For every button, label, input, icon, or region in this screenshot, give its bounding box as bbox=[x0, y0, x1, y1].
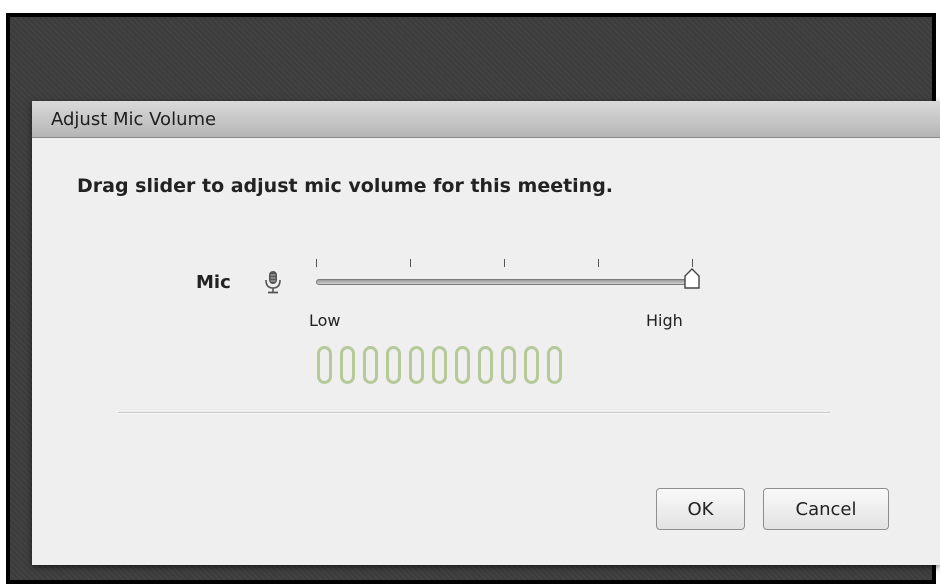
dialog-titlebar[interactable]: Adjust Mic Volume bbox=[32, 101, 940, 138]
instruction-text: Drag slider to adjust mic volume for thi… bbox=[77, 175, 614, 197]
meter-segment bbox=[432, 346, 447, 384]
meter-segment bbox=[363, 346, 378, 384]
slider-high-label: High bbox=[646, 311, 683, 330]
cancel-button[interactable]: Cancel bbox=[763, 488, 889, 530]
meter-segment bbox=[386, 346, 401, 384]
meter-segment bbox=[524, 346, 539, 384]
meter-segment bbox=[317, 346, 332, 384]
meter-segment bbox=[547, 346, 562, 384]
mic-level-meter bbox=[317, 346, 562, 390]
meter-segment bbox=[501, 346, 516, 384]
meter-segment bbox=[340, 346, 355, 384]
slider-thumb[interactable] bbox=[683, 268, 701, 290]
dialog-title: Adjust Mic Volume bbox=[51, 109, 217, 130]
microphone-icon bbox=[264, 269, 282, 295]
slider-track[interactable] bbox=[316, 279, 696, 285]
slider-tick bbox=[316, 259, 317, 267]
meeting-backdrop: Adjust Mic Volume Drag slider to adjust … bbox=[10, 17, 940, 580]
slider-tick bbox=[410, 259, 411, 267]
slider-low-label: Low bbox=[309, 311, 341, 330]
divider bbox=[118, 412, 830, 414]
slider-tick bbox=[692, 259, 693, 267]
ok-button[interactable]: OK bbox=[656, 488, 745, 530]
mic-label: Mic bbox=[196, 272, 231, 293]
slider-tick bbox=[504, 259, 505, 267]
adjust-mic-volume-dialog: Adjust Mic Volume Drag slider to adjust … bbox=[32, 101, 940, 565]
meter-segment bbox=[409, 346, 424, 384]
screen-frame: Adjust Mic Volume Drag slider to adjust … bbox=[6, 13, 940, 584]
meter-segment bbox=[478, 346, 493, 384]
meter-segment bbox=[455, 346, 470, 384]
slider-tick bbox=[598, 259, 599, 267]
mic-volume-slider[interactable] bbox=[314, 251, 704, 301]
